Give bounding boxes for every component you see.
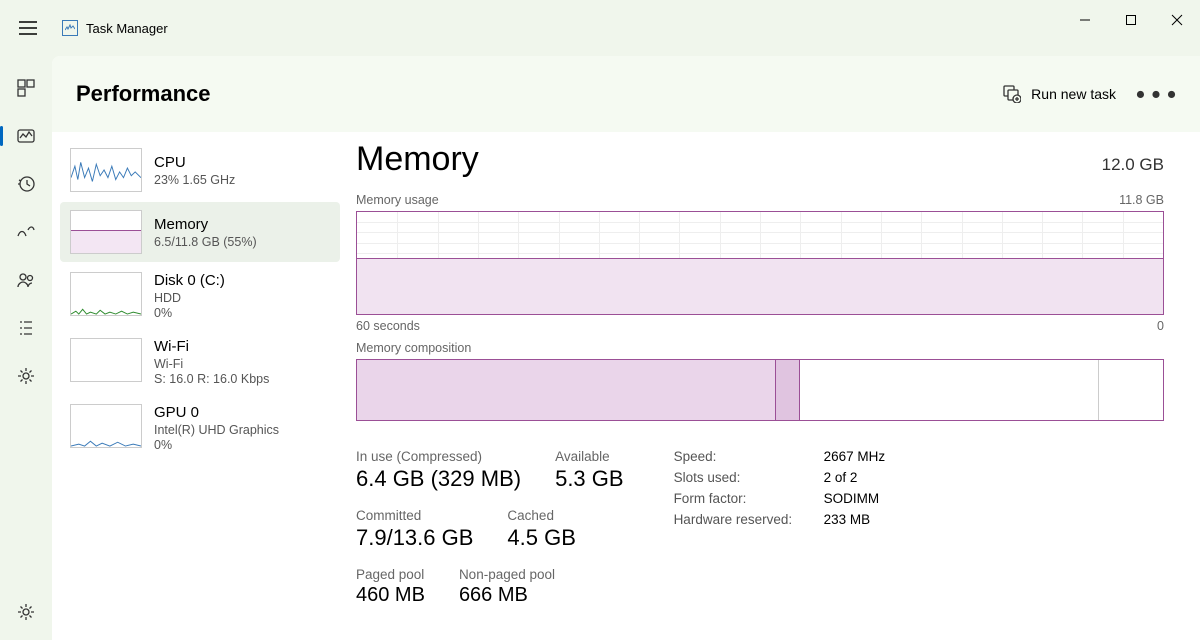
stat-cached-value: 4.5 GB (507, 525, 575, 551)
run-new-task-label: Run new task (1031, 86, 1116, 102)
perf-sub2: 0% (154, 438, 279, 452)
app-icon (62, 20, 78, 36)
info-speed-v: 2667 MHz (824, 449, 886, 464)
stat-inuse-label: In use (Compressed) (356, 449, 521, 464)
nav-settings[interactable] (6, 592, 46, 632)
stat-paged-value: 460 MB (356, 584, 425, 607)
info-slots-v: 2 of 2 (824, 470, 858, 485)
stat-nonpaged-label: Non-paged pool (459, 567, 555, 582)
usage-label: Memory usage (356, 193, 439, 207)
axis-left: 60 seconds (356, 319, 420, 333)
info-reserved-v: 233 MB (824, 512, 871, 527)
stat-cached-label: Cached (507, 508, 575, 523)
info-reserved-k: Hardware reserved: (674, 512, 824, 527)
stat-inuse-value: 6.4 GB (329 MB) (356, 466, 521, 492)
detail-panel: Memory 12.0 GB Memory usage 11.8 GB 60 s… (340, 132, 1200, 640)
perf-name: Wi-Fi (154, 338, 269, 355)
perf-sub: Intel(R) UHD Graphics (154, 423, 279, 437)
perf-item-cpu[interactable]: CPU 23% 1.65 GHz (60, 140, 340, 200)
perf-sub: Wi-Fi (154, 357, 269, 371)
composition-label: Memory composition (356, 341, 471, 355)
stat-nonpaged-value: 666 MB (459, 584, 555, 607)
more-options-button[interactable] (1136, 74, 1176, 114)
axis-right: 0 (1157, 319, 1164, 333)
gpu-thumb (70, 404, 142, 448)
perf-name: CPU (154, 154, 235, 171)
nav-app-history[interactable] (6, 164, 46, 204)
perf-sub2: 0% (154, 306, 225, 320)
stat-committed-value: 7.9/13.6 GB (356, 525, 473, 551)
cpu-thumb (70, 148, 142, 192)
main-header: Performance Run new task (52, 56, 1200, 132)
nav-performance[interactable] (6, 116, 46, 156)
info-form-k: Form factor: (674, 491, 824, 506)
perf-sub2: S: 16.0 R: 16.0 Kbps (154, 372, 269, 386)
perf-name: Memory (154, 216, 257, 233)
stat-available-value: 5.3 GB (555, 466, 623, 492)
memory-composition-chart (356, 359, 1164, 421)
minimize-button[interactable] (1062, 0, 1108, 40)
nav-startup[interactable] (6, 212, 46, 252)
stat-committed-label: Committed (356, 508, 473, 523)
maximize-button[interactable] (1108, 0, 1154, 40)
disk-thumb (70, 272, 142, 316)
perf-sub: 6.5/11.8 GB (55%) (154, 235, 257, 249)
run-new-task-button[interactable]: Run new task (995, 79, 1124, 109)
perf-name: GPU 0 (154, 404, 279, 421)
detail-total: 12.0 GB (1102, 155, 1164, 175)
info-speed-k: Speed: (674, 449, 824, 464)
perf-name: Disk 0 (C:) (154, 272, 225, 289)
nav-rail (0, 56, 52, 640)
app-title: Task Manager (86, 21, 168, 36)
nav-users[interactable] (6, 260, 46, 300)
performance-list: CPU 23% 1.65 GHz Memory 6.5/11.8 GB (55%… (52, 132, 340, 640)
memory-stats: In use (Compressed) 6.4 GB (329 MB) Avai… (356, 449, 1164, 607)
nav-services[interactable] (6, 356, 46, 396)
close-button[interactable] (1154, 0, 1200, 40)
perf-item-disk[interactable]: Disk 0 (C:) HDD 0% (60, 264, 340, 328)
nav-processes[interactable] (6, 68, 46, 108)
menu-button[interactable] (8, 8, 48, 48)
titlebar: Task Manager (0, 0, 1200, 56)
perf-item-wifi[interactable]: Wi-Fi Wi-Fi S: 16.0 R: 16.0 Kbps (60, 330, 340, 394)
usage-max: 11.8 GB (1119, 193, 1164, 207)
perf-item-gpu[interactable]: GPU 0 Intel(R) UHD Graphics 0% (60, 396, 340, 460)
perf-sub: HDD (154, 291, 225, 305)
detail-title: Memory (356, 140, 1102, 179)
info-form-v: SODIMM (824, 491, 880, 506)
main-panel: Performance Run new task CPU 23% 1.65 GH… (52, 56, 1200, 640)
wifi-thumb (70, 338, 142, 382)
window-controls (1062, 0, 1200, 40)
perf-item-memory[interactable]: Memory 6.5/11.8 GB (55%) (60, 202, 340, 262)
info-slots-k: Slots used: (674, 470, 824, 485)
page-title: Performance (76, 81, 995, 107)
stat-paged-label: Paged pool (356, 567, 425, 582)
memory-thumb (70, 210, 142, 254)
perf-sub: 23% 1.65 GHz (154, 173, 235, 187)
stat-available-label: Available (555, 449, 623, 464)
memory-usage-chart (356, 211, 1164, 315)
nav-details[interactable] (6, 308, 46, 348)
content: CPU 23% 1.65 GHz Memory 6.5/11.8 GB (55%… (52, 132, 1200, 640)
